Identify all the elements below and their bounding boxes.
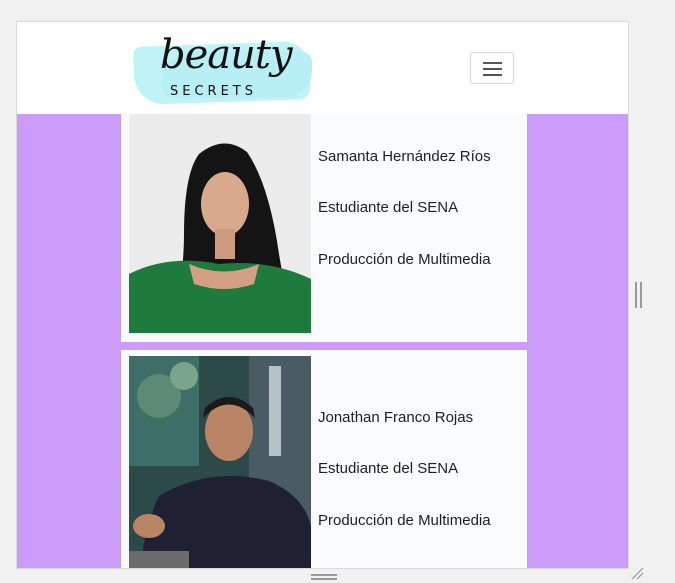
profile-photo-woman [129,114,311,333]
logo-caps-text: SECRETS [170,84,257,99]
profile-program: Producción de Multimedia [318,251,491,268]
profiles-section: Samanta Hernández Ríos Estudiante del SE… [17,114,628,568]
profile-card: Jonathan Franco Rojas Estudiante del SEN… [121,350,527,568]
profile-card: Samanta Hernández Ríos Estudiante del SE… [121,114,527,342]
vertical-resize-handle[interactable] [635,282,642,308]
logo-script-text: beauty [160,32,293,78]
browser-viewport: beauty SECRETS Samanta Hernández Ríos Es… [16,21,629,569]
navbar: beauty SECRETS [17,22,628,114]
profile-role: Estudiante del SENA [318,460,459,477]
horizontal-resize-handle[interactable] [311,574,337,580]
profile-photo-man [129,356,311,568]
profile-program: Producción de Multimedia [318,512,491,529]
profile-name: Jonathan Franco Rojas [318,409,474,426]
profile-name: Samanta Hernández Ríos [318,148,491,165]
profile-role: Estudiante del SENA [318,199,459,216]
navbar-toggle-button[interactable] [470,52,514,84]
brand-logo[interactable]: beauty SECRETS [132,32,317,106]
resize-grip-icon[interactable] [630,566,644,580]
